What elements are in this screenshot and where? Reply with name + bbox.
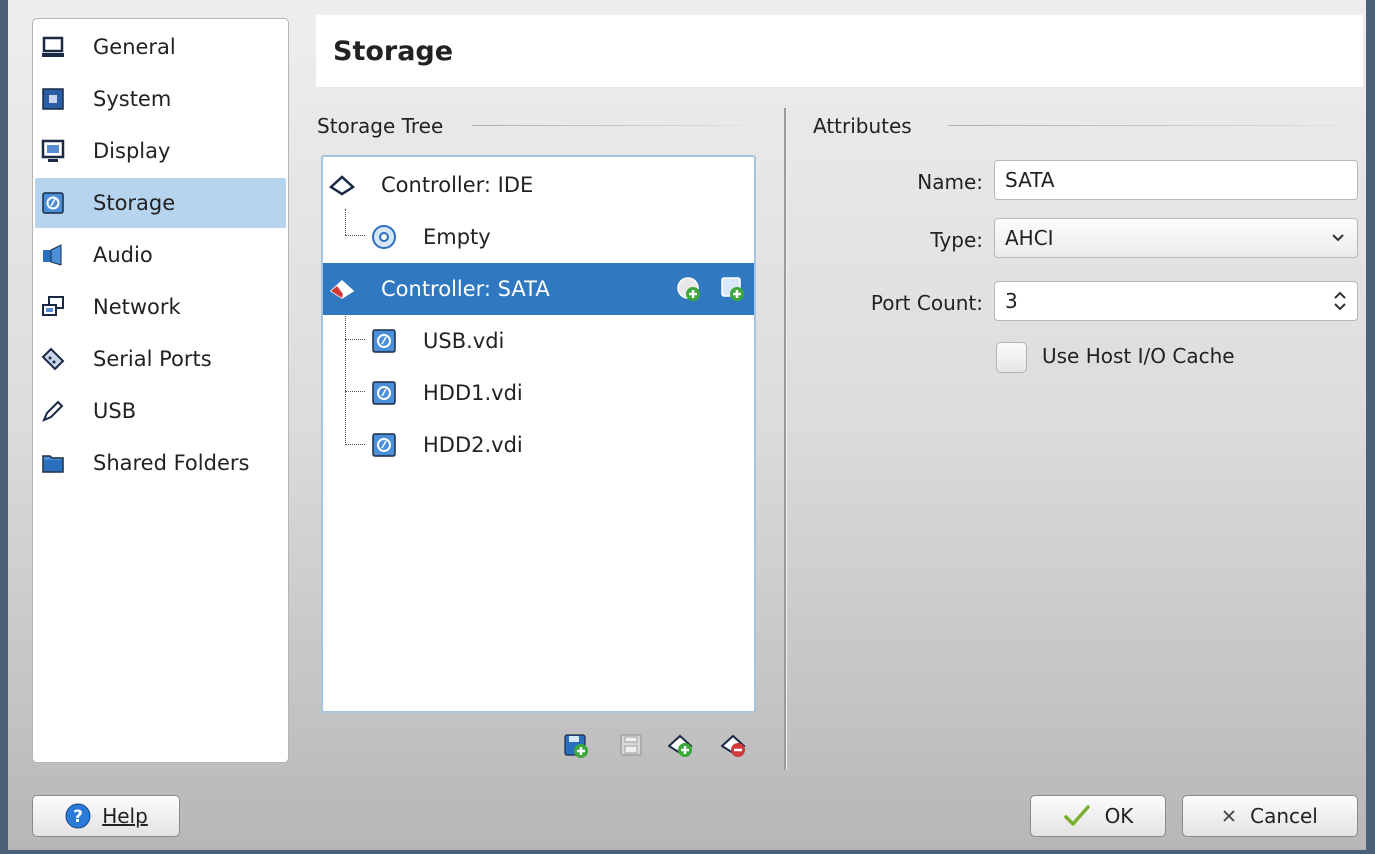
- tree-item-empty[interactable]: Empty: [323, 211, 754, 263]
- tree-item-hdd2-vdi[interactable]: HDD2.vdi: [323, 419, 754, 471]
- sidebar-item-display[interactable]: Display: [35, 126, 286, 176]
- sidebar-item-general[interactable]: General: [35, 22, 286, 72]
- sidebar-item-label: Storage: [93, 191, 176, 215]
- hard-disk-icon: [372, 381, 396, 405]
- panel-separator: [784, 108, 787, 770]
- svg-text:?: ?: [73, 807, 83, 827]
- type-select[interactable]: AHCI: [994, 218, 1358, 258]
- tree-item-usb-vdi[interactable]: USB.vdi: [323, 315, 754, 367]
- network-icon: [42, 296, 64, 316]
- add-controller-icon[interactable]: [668, 733, 694, 759]
- usb-icon: [42, 400, 64, 422]
- storage-tree-title: Storage Tree: [317, 114, 444, 138]
- attributes-title: Attributes: [813, 114, 912, 138]
- serial-ports-icon: [41, 347, 65, 371]
- remove-controller-icon[interactable]: [721, 733, 747, 759]
- sidebar-item-shared-folders[interactable]: Shared Folders: [35, 438, 286, 488]
- name-value: SATA: [1005, 168, 1055, 192]
- close-icon: [1223, 810, 1235, 822]
- sidebar-item-system[interactable]: System: [35, 74, 286, 124]
- sidebar-item-storage[interactable]: Storage: [35, 178, 286, 228]
- sidebar-item-label: Shared Folders: [93, 451, 250, 475]
- tree-item-label: HDD1.vdi: [423, 381, 523, 405]
- sidebar-item-audio[interactable]: Audio: [35, 230, 286, 280]
- help-button[interactable]: ? Help: [32, 795, 180, 837]
- sidebar-item-label: Network: [93, 295, 181, 319]
- tree-item-label: USB.vdi: [423, 329, 505, 353]
- settings-window: General System Display Storage Audio Net…: [0, 0, 1375, 854]
- audio-icon: [43, 244, 62, 266]
- page-title: Storage: [316, 15, 1363, 87]
- sidebar-item-label: General: [93, 35, 176, 59]
- tree-item-hdd1-vdi[interactable]: HDD1.vdi: [323, 367, 754, 419]
- remove-attachment-icon[interactable]: [619, 733, 645, 759]
- port-count-spinbox[interactable]: 3: [994, 281, 1358, 321]
- help-icon: ?: [65, 803, 91, 829]
- ok-button[interactable]: OK: [1030, 795, 1166, 837]
- sidebar-item-label: System: [93, 87, 172, 111]
- sidebar-item-label: Display: [93, 139, 171, 163]
- sidebar-item-serial-ports[interactable]: Serial Ports: [35, 334, 286, 384]
- storage-icon: [42, 192, 64, 214]
- tree-item-controller-sata[interactable]: Controller: SATA: [323, 263, 754, 315]
- tree-item-label: Controller: IDE: [381, 173, 534, 197]
- chevron-down-icon: [1332, 234, 1344, 242]
- display-icon: [41, 139, 65, 162]
- cancel-button-label: Cancel: [1250, 804, 1318, 828]
- optical-disc-icon: [372, 225, 396, 249]
- sidebar-item-label: Serial Ports: [93, 347, 212, 371]
- ok-button-label: OK: [1104, 804, 1134, 828]
- type-value: AHCI: [1005, 226, 1054, 250]
- sata-controller-icon: [329, 279, 355, 299]
- port-count-value: 3: [1005, 289, 1018, 313]
- add-optical-drive-icon[interactable]: [676, 276, 702, 302]
- storage-tree[interactable]: Controller: IDE Empty Controller: SATA U…: [321, 155, 756, 713]
- name-field[interactable]: SATA: [994, 160, 1358, 200]
- storage-tree-divider: [472, 125, 757, 126]
- tree-item-label: Controller: SATA: [381, 277, 550, 301]
- hard-disk-icon: [372, 329, 396, 353]
- ide-controller-icon: [329, 175, 355, 196]
- settings-sidebar: General System Display Storage Audio Net…: [32, 18, 289, 763]
- add-attachment-icon[interactable]: [563, 733, 589, 759]
- shared-folders-icon: [42, 455, 64, 473]
- system-icon: [42, 88, 64, 110]
- hard-disk-icon: [372, 433, 396, 457]
- sidebar-item-network[interactable]: Network: [35, 282, 286, 332]
- add-hard-disk-icon[interactable]: [720, 276, 746, 302]
- port-count-label: Port Count:: [870, 291, 983, 315]
- tree-item-label: Empty: [423, 225, 491, 249]
- sidebar-item-usb[interactable]: USB: [35, 386, 286, 436]
- name-label: Name:: [917, 170, 983, 194]
- cancel-button[interactable]: Cancel: [1182, 795, 1358, 837]
- general-icon: [42, 36, 64, 57]
- type-label: Type:: [930, 228, 983, 252]
- sidebar-item-label: USB: [93, 399, 137, 423]
- help-button-label: Help: [102, 804, 148, 828]
- spin-up-down-icon[interactable]: [1333, 289, 1347, 313]
- tree-item-controller-ide[interactable]: Controller: IDE: [323, 159, 754, 211]
- sidebar-item-label: Audio: [93, 243, 153, 267]
- tree-item-label: HDD2.vdi: [423, 433, 523, 457]
- host-cache-label[interactable]: Use Host I/O Cache: [1042, 344, 1235, 368]
- attributes-divider: [948, 125, 1363, 126]
- host-cache-checkbox[interactable]: [996, 342, 1027, 373]
- checkmark-icon: [1063, 805, 1090, 826]
